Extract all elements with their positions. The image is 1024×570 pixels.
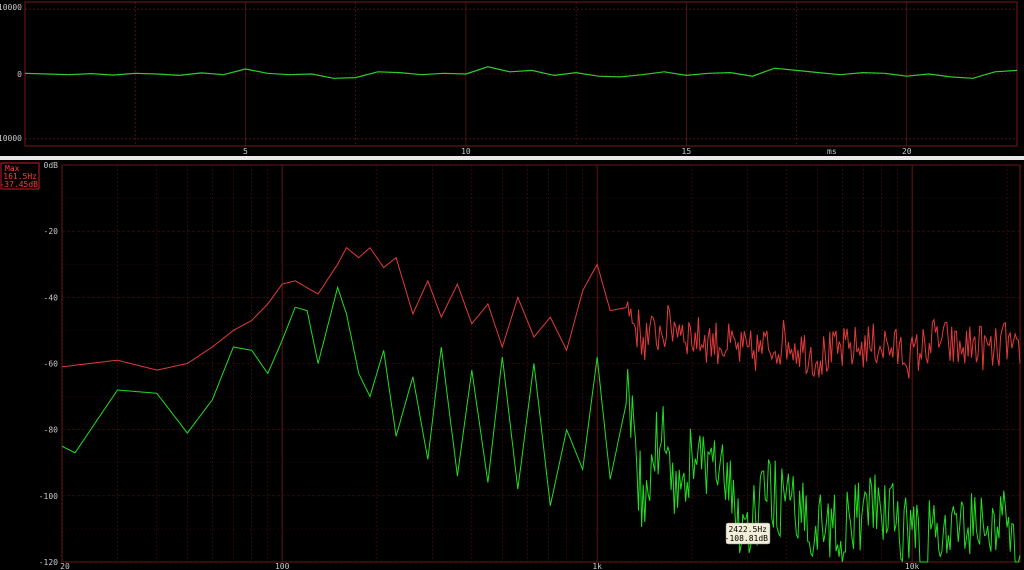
waveform-y-tick-label: 10000 bbox=[0, 3, 22, 12]
max-readout-level: -37.45dB bbox=[0, 180, 38, 189]
max-readout: Max 161.5Hz -37.45dB bbox=[0, 162, 40, 190]
waveform-grid bbox=[24, 2, 1018, 146]
panel-separator[interactable] bbox=[0, 156, 1024, 160]
waveform-y-ticks: 10000 0 10000 bbox=[0, 3, 22, 143]
waveform-x-tick-label: ms bbox=[827, 147, 837, 156]
max-hold-line bbox=[61, 246, 1021, 379]
spectrum-panel: 0dB -20 -40 -60 -80 -100 -120 20 100 1k 10k bbox=[39, 161, 1021, 570]
waveform-y-tick-label: 10000 bbox=[0, 134, 22, 143]
waveform-line bbox=[24, 66, 1018, 79]
waveform-x-tick-label: 10 bbox=[461, 147, 471, 156]
cursor-readout-level: -108.81dB bbox=[725, 534, 769, 543]
waveform-x-tick-label: 5 bbox=[243, 147, 248, 156]
cursor-readout-freq: 2422.5Hz bbox=[728, 525, 767, 534]
spectrum-y-tick-label: -80 bbox=[44, 426, 59, 435]
cursor-readout: 2422.5Hz -108.81dB bbox=[725, 522, 771, 545]
spectrum-y-tick-label: 0dB bbox=[44, 161, 59, 170]
spectrum-x-tick-label: 100 bbox=[275, 562, 290, 570]
spectrum-x-tick-label: 10k bbox=[905, 562, 920, 570]
spectrum-y-tick-label: -20 bbox=[44, 227, 59, 236]
analyzer-display: 10000 0 10000 5 10 15 ms 20 0dB -20 -40 -60 -80 -10… bbox=[0, 1, 1024, 570]
spectrum-y-tick-label: -100 bbox=[39, 492, 58, 501]
spectrum-y-ticks: 0dB -20 -40 -60 -80 -100 -120 bbox=[39, 161, 58, 567]
waveform-y-tick-label: 0 bbox=[17, 70, 22, 79]
spectrum-y-tick-label: -120 bbox=[39, 558, 58, 567]
spectrum-x-tick-label: 1k bbox=[592, 562, 602, 570]
spectrum-y-tick-label: -40 bbox=[44, 293, 59, 302]
waveform-x-tick-label: 20 bbox=[902, 147, 912, 156]
spectrum-y-tick-label: -60 bbox=[44, 360, 59, 369]
waveform-panel: 10000 0 10000 5 10 15 ms 20 bbox=[0, 1, 1018, 156]
waveform-x-tick-label: 15 bbox=[682, 147, 692, 156]
spectrum-x-tick-label: 20 bbox=[60, 562, 70, 570]
spectrum-x-ticks: 20 100 1k 10k bbox=[60, 562, 919, 570]
waveform-x-ticks: 5 10 15 ms 20 bbox=[243, 147, 912, 156]
